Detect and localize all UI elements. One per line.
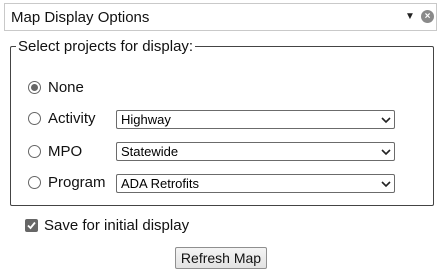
radio-activity[interactable] [28, 112, 41, 125]
mpo-select-value: Statewide [121, 144, 179, 159]
chevron-down-icon[interactable]: ▼ [404, 10, 416, 24]
mpo-select[interactable]: Statewide [116, 142, 395, 161]
radio-label-mpo: MPO [48, 143, 83, 160]
radio-mpo[interactable] [28, 145, 41, 158]
refresh-map-button[interactable]: Refresh Map [175, 247, 267, 269]
chevron-down-icon [381, 181, 391, 188]
panel-title: Map Display Options [11, 9, 150, 26]
chevron-down-icon [381, 117, 391, 124]
save-initial-display-checkbox[interactable] [25, 219, 38, 232]
radio-none[interactable] [28, 81, 41, 94]
map-display-options-panel: Map Display Options ▼ × Select projects … [0, 0, 441, 273]
close-circle-icon[interactable]: × [421, 10, 434, 23]
panel-header[interactable]: Map Display Options ▼ × [4, 3, 437, 31]
program-select[interactable]: ADA Retrofits [116, 174, 395, 193]
activity-select-value: Highway [121, 112, 171, 127]
save-initial-display-label: Save for initial display [44, 217, 190, 234]
program-select-value: ADA Retrofits [121, 176, 200, 191]
group-legend: Select projects for display: [16, 38, 196, 55]
radio-label-none: None [48, 79, 84, 96]
radio-label-program: Program [48, 174, 106, 191]
radio-label-activity: Activity [48, 110, 96, 127]
activity-select[interactable]: Highway [116, 110, 395, 129]
checkmark-icon [27, 221, 36, 230]
radio-program[interactable] [28, 176, 41, 189]
chevron-down-icon [381, 149, 391, 156]
